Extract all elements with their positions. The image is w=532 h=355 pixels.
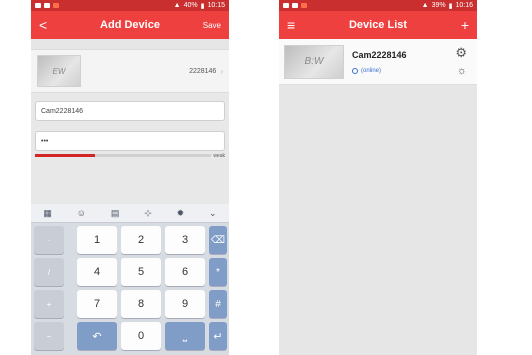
battery-level: 40% (183, 2, 198, 9)
settings-gear-icon[interactable]: ⚙ (455, 45, 467, 61)
thumbnail-logo: EW (52, 66, 66, 76)
hash-key[interactable]: # (209, 290, 227, 318)
keyboard-keys: · / + − 1 2 3 4 5 6 7 8 9 ⌫ * # ↶ 0 ⎵ ↵ (31, 224, 229, 355)
clock: 10:15 (207, 2, 225, 9)
keyboard-icon[interactable]: ▦ (43, 208, 52, 219)
key-2[interactable]: 2 (121, 226, 161, 254)
device-serial: 2228146 (189, 67, 217, 75)
user-icon (352, 67, 358, 74)
keyboard-toolbar: ▦ ☺ ▤ ⊹ ✹ ⌄ (31, 204, 229, 223)
key-3[interactable]: 3 (165, 226, 205, 254)
side-symbol-key[interactable]: · (34, 226, 64, 254)
numeric-keyboard: ▦ ☺ ▤ ⊹ ✹ ⌄ · / + − 1 2 3 4 5 6 7 8 9 ⌫ * # ↶ 0 ⎵ ↵ (31, 204, 229, 355)
notification-icon (301, 3, 307, 8)
space-key[interactable]: ⎵ (165, 322, 205, 350)
device-list-screen: ▲ 39% ▮ 10:16 ≡ Device List + B:W Cam222… (279, 0, 477, 355)
key-5[interactable]: 5 (121, 258, 161, 286)
thumbnail-logo: B:W (304, 56, 324, 67)
notification-icon (292, 3, 298, 8)
keyboard-layout-icon[interactable]: ▤ (111, 208, 120, 219)
status-bar: ▲ 39% ▮ 10:16 (279, 0, 477, 11)
password-value: ••• (41, 137, 49, 145)
device-name-value: Cam2228146 (41, 107, 84, 115)
key-6[interactable]: 6 (165, 258, 205, 286)
emoji-icon[interactable]: ☺ (77, 208, 86, 218)
delete-key[interactable]: ⌫ (209, 226, 227, 254)
chevron-right-icon: › (220, 66, 223, 76)
battery-icon: ▮ (200, 2, 205, 10)
password-strength: weak (35, 152, 225, 159)
key-7[interactable]: 7 (77, 290, 117, 318)
password-strength-fill (35, 154, 95, 157)
status-bar: ▲ 40% ▮ 10:15 (31, 0, 229, 11)
password-field[interactable]: ••• (35, 131, 225, 151)
key-9[interactable]: 9 (165, 290, 205, 318)
notification-icon (35, 3, 41, 8)
notification-icon (53, 3, 59, 8)
key-1[interactable]: 1 (77, 226, 117, 254)
device-name-field[interactable]: Cam2228146 (35, 101, 225, 121)
password-strength-track (35, 154, 212, 157)
side-symbol-key[interactable]: / (34, 258, 64, 286)
device-status: (online) (352, 67, 407, 74)
password-strength-label: weak (213, 152, 225, 159)
clock: 10:16 (455, 2, 473, 9)
star-key[interactable]: * (209, 258, 227, 286)
page-title: Add Device (100, 19, 160, 31)
enter-key[interactable]: ↵ (209, 322, 227, 350)
notification-icon (44, 3, 50, 8)
title-bar: < Add Device Save (31, 11, 229, 39)
device-row[interactable]: EW 2228146 › (31, 49, 229, 93)
add-device-button[interactable]: + (461, 17, 469, 33)
back-button[interactable]: < (39, 17, 47, 33)
device-thumbnail: B:W (284, 44, 344, 79)
battery-icon: ▮ (448, 2, 453, 10)
key-0[interactable]: 0 (121, 322, 161, 350)
side-symbol-key[interactable]: − (34, 322, 64, 350)
signal-icon: ▲ (173, 2, 181, 9)
page-title: Device List (348, 19, 408, 31)
settings-icon[interactable]: ✹ (177, 208, 185, 219)
list-empty-area (279, 85, 477, 355)
alarm-light-icon[interactable]: ☼ (457, 65, 467, 77)
key-8[interactable]: 8 (121, 290, 161, 318)
menu-icon[interactable]: ≡ (287, 17, 295, 33)
device-list-item[interactable]: B:W Cam2228146 (online) ⚙ ☼ (279, 39, 477, 85)
save-button[interactable]: Save (203, 21, 221, 30)
device-thumbnail: EW (37, 55, 81, 87)
side-symbol-key[interactable]: + (34, 290, 64, 318)
device-status-text: (online) (361, 67, 382, 74)
device-name: Cam2228146 (352, 49, 407, 60)
add-device-screen: ▲ 40% ▮ 10:15 < Add Device Save EW 22281… (31, 0, 229, 355)
cursor-icon[interactable]: ⊹ (144, 208, 152, 219)
key-4[interactable]: 4 (77, 258, 117, 286)
title-bar: ≡ Device List + (279, 11, 477, 39)
battery-level: 39% (431, 2, 446, 9)
device-form: Cam2228146 ••• weak (31, 93, 229, 187)
notification-icon (283, 3, 289, 8)
undo-key[interactable]: ↶ (77, 322, 117, 350)
hide-keyboard-icon[interactable]: ⌄ (209, 208, 217, 219)
signal-icon: ▲ (421, 2, 429, 9)
